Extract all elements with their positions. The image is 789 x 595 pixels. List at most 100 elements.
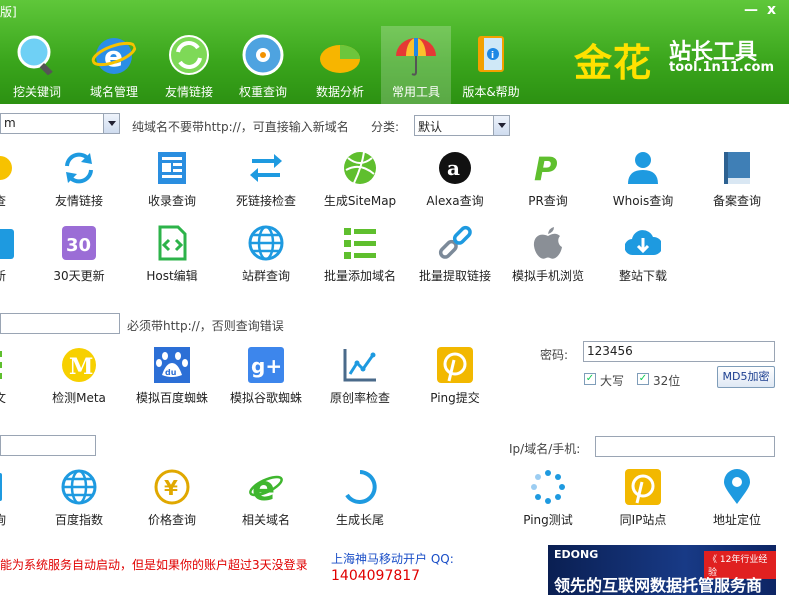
- nav-domain-manage[interactable]: e 域名管理: [79, 26, 149, 104]
- nav-label: 域名管理: [89, 85, 138, 99]
- logo-url: tool.1n11.com: [669, 60, 774, 75]
- chevron-down-icon[interactable]: [493, 116, 509, 135]
- tool-label: Ping提交: [430, 391, 480, 405]
- tool-icp[interactable]: 备案查询: [692, 150, 782, 220]
- ip-label: Ip/域名/手机:: [509, 442, 581, 456]
- ad-banner[interactable]: EDONG 《 12年行业经验 领先的互联网数据托管服务商: [548, 545, 776, 595]
- category-select[interactable]: 默认: [414, 115, 510, 136]
- tool-site-group[interactable]: 站群查询: [221, 225, 311, 295]
- md5-encrypt-button[interactable]: MD5加密: [717, 366, 775, 388]
- window-title: 版]: [0, 5, 17, 19]
- line-chart-icon: [343, 349, 376, 382]
- svg-text:i: i: [491, 51, 494, 61]
- tool-whois[interactable]: Whois查询: [598, 150, 688, 220]
- qq-number[interactable]: 1404097817: [331, 568, 420, 584]
- tool-long-tail[interactable]: 生成长尾: [315, 469, 405, 539]
- tool-geo-locate[interactable]: 地址定位: [692, 469, 782, 539]
- tool-ping-submit[interactable]: Ping提交: [410, 347, 500, 417]
- tool-label: 地址定位: [712, 513, 761, 527]
- tool-related-domains[interactable]: e 相关域名: [221, 469, 311, 539]
- category-label: 分类:: [371, 120, 400, 134]
- refresh-arrows-icon: [169, 35, 209, 75]
- close-icon[interactable]: x: [767, 2, 776, 18]
- nav-label: 挖关键词: [12, 85, 61, 99]
- service-notice: 能为系统服务自动启动，但是如果你的账户超过3天没登录: [0, 558, 308, 572]
- document-icon: [158, 152, 186, 184]
- domain-select-value: m: [4, 116, 16, 130]
- nav-friend-links[interactable]: 友情链接: [154, 26, 224, 104]
- nav-label: 数据分析: [315, 85, 364, 99]
- tool-originality[interactable]: 原创率检查: [315, 347, 405, 417]
- tool-label: 原创率检查: [329, 391, 390, 405]
- user-icon: [628, 152, 658, 184]
- tool-host-edit[interactable]: Host编辑: [127, 225, 217, 295]
- nav-common-tools[interactable]: 常用工具: [381, 26, 451, 104]
- tool-alexa[interactable]: a Alexa查询: [410, 150, 500, 220]
- book-icon: [724, 152, 750, 184]
- tool-30day[interactable]: 30 30天更新: [34, 225, 124, 295]
- tool-baidu-index[interactable]: 百度指数: [34, 469, 124, 539]
- tool-friend-links[interactable]: 友情链接: [34, 150, 124, 220]
- svg-text:a: a: [447, 156, 460, 180]
- tool-sitemap[interactable]: 生成SiteMap: [315, 150, 405, 220]
- list-icon: [344, 228, 376, 259]
- partial-icon: [0, 229, 14, 259]
- banner-text: 领先的互联网数据托管服务商: [554, 576, 763, 595]
- tool-label: 百度指数: [54, 513, 103, 527]
- contact-text[interactable]: 上海神马移动开户 QQ:: [331, 550, 454, 567]
- tool-same-ip[interactable]: 同IP站点: [598, 469, 688, 539]
- magnifier-globe-icon: [17, 35, 54, 78]
- tool-index-query[interactable]: 收录查询: [127, 150, 217, 220]
- tool-label: 检测Meta: [52, 391, 106, 405]
- password-input[interactable]: 123456: [583, 341, 775, 362]
- ip-input[interactable]: [595, 436, 775, 457]
- tool-label: 站群查询: [241, 269, 290, 283]
- tool-meta[interactable]: M 检测Meta: [34, 347, 124, 417]
- tool-label: Whois查询: [612, 194, 674, 208]
- meta-m-icon: M: [62, 348, 96, 382]
- bit32-checkbox[interactable]: ✓: [637, 373, 649, 385]
- nav-data-analysis[interactable]: 数据分析: [305, 26, 375, 104]
- tool-label: Ping测试: [523, 513, 573, 527]
- loading-arc-icon: [345, 470, 377, 504]
- banner-brand: EDONG: [554, 548, 599, 561]
- domain-select[interactable]: m: [0, 113, 120, 134]
- uppercase-checkbox[interactable]: ✓: [584, 373, 596, 385]
- tool-label: 30天更新: [53, 269, 105, 283]
- chevron-down-icon[interactable]: [103, 114, 119, 133]
- url-input[interactable]: [0, 313, 120, 334]
- tool-label: 收录查询: [147, 194, 196, 208]
- svg-text:du: du: [165, 368, 177, 377]
- tool-batch-add[interactable]: 批量添加域名: [315, 225, 405, 295]
- google-plus-icon: g+: [248, 347, 284, 383]
- tool-label: 模拟谷歌蜘蛛: [229, 391, 302, 405]
- calendar-30-icon: 30: [62, 226, 96, 260]
- logo-main: 金花: [574, 40, 653, 85]
- svg-text:P: P: [534, 150, 558, 186]
- tool-mobile-browse[interactable]: 模拟手机浏览: [503, 225, 593, 295]
- tool-extract-links[interactable]: 批量提取链接: [410, 225, 500, 295]
- dribbble-ball-icon: [344, 151, 376, 184]
- spinner-dots-icon: [531, 470, 565, 504]
- nav-version-help[interactable]: i 版本&帮助: [456, 26, 526, 104]
- tool-baidu-spider[interactable]: du 模拟百度蜘蛛: [127, 347, 217, 417]
- minimize-icon[interactable]: —: [744, 2, 758, 18]
- tool-google-spider[interactable]: g+ 模拟谷歌蜘蛛: [221, 347, 311, 417]
- swap-arrows-icon: [250, 154, 282, 182]
- tool-pr[interactable]: P PR查询: [503, 150, 593, 220]
- help-book-icon: i: [478, 36, 504, 72]
- alexa-icon: a: [439, 152, 471, 184]
- nav-weight-query[interactable]: 权重查询: [228, 26, 298, 104]
- tool-price-query[interactable]: ¥ 价格查询: [127, 469, 217, 539]
- nav-keywords[interactable]: 挖关键词: [2, 26, 72, 104]
- tool-ping-test[interactable]: Ping测试: [503, 469, 593, 539]
- umbrella-icon: [396, 38, 436, 76]
- tool-site-download[interactable]: 整站下载: [598, 225, 688, 295]
- svg-text:e: e: [252, 469, 275, 505]
- tool-label: 整站下载: [618, 269, 667, 283]
- svg-text:30: 30: [66, 235, 91, 256]
- query-input[interactable]: [0, 435, 96, 456]
- globe-icon: [61, 469, 97, 505]
- header-bar: 版] — x 挖关键词 e 域名管理 友情链接 权重查询 数据分析 常用工具 i…: [0, 0, 789, 104]
- tool-dead-link[interactable]: 死链接检查: [221, 150, 311, 220]
